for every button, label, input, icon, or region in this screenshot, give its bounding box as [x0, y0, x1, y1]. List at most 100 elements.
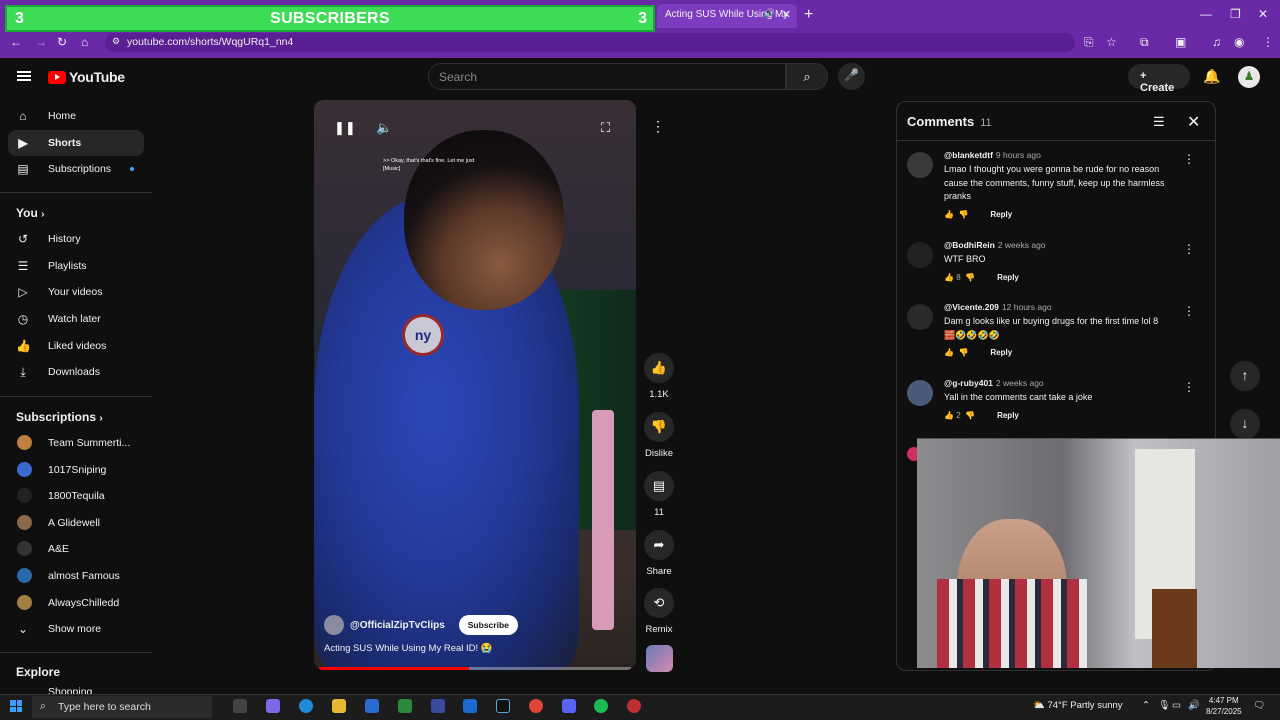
minimize-icon[interactable]: —: [1200, 7, 1212, 21]
close-tab-icon[interactable]: ✕: [782, 8, 791, 21]
reply-button[interactable]: Reply: [990, 348, 1012, 357]
weather-widget[interactable]: ⛅ 74°F Partly sunny: [1033, 700, 1123, 711]
volume-icon[interactable]: 🔈: [376, 120, 392, 136]
guide-menu-icon[interactable]: [17, 71, 31, 81]
commenter-avatar[interactable]: [907, 304, 933, 330]
app-icon[interactable]: [431, 699, 445, 713]
copilot-icon[interactable]: [266, 699, 280, 713]
thumbs-up-icon[interactable]: 👍: [944, 273, 954, 282]
sidebar-item-shorts[interactable]: ▶ Shorts: [8, 130, 144, 156]
restore-icon[interactable]: ❐: [1230, 7, 1241, 21]
fullscreen-icon[interactable]: ⛶: [601, 120, 610, 136]
file-explorer-icon[interactable]: [332, 699, 346, 713]
commenter-avatar[interactable]: [907, 152, 933, 178]
back-icon[interactable]: ←: [10, 35, 22, 49]
close-icon[interactable]: ✕: [1187, 112, 1200, 132]
comment-author[interactable]: @g-ruby401 2 weeks ago: [944, 378, 1044, 388]
sidebar-item-liked-videos[interactable]: 👍 Liked videos: [8, 333, 144, 359]
thumbs-down-icon[interactable]: 👎: [965, 411, 975, 420]
sidebar-item-watch-later[interactable]: ◷ Watch later: [8, 306, 144, 332]
comment-menu-icon[interactable]: ⋮: [1183, 380, 1195, 394]
tray-chevron-icon[interactable]: ⌃: [1142, 700, 1150, 711]
thumbs-down-icon[interactable]: 👎: [965, 273, 975, 282]
video-progress-bar[interactable]: [319, 667, 631, 670]
close-window-icon[interactable]: ✕: [1258, 7, 1268, 21]
mic-tray-icon[interactable]: 🎙: [1158, 700, 1170, 711]
reload-icon[interactable]: ↻: [57, 35, 67, 49]
speaker-icon[interactable]: 🔊: [764, 8, 775, 19]
arrow-up-icon[interactable]: ↑: [1230, 361, 1260, 391]
split-view-icon[interactable]: ▣: [1175, 35, 1186, 49]
notification-center-icon[interactable]: 🗨: [1253, 700, 1265, 711]
subscribe-button[interactable]: Subscribe: [458, 615, 518, 635]
account-avatar[interactable]: ♟: [1238, 66, 1260, 88]
sidebar-channel-item[interactable]: A Glidewell: [8, 510, 144, 536]
edge-icon[interactable]: [299, 699, 313, 713]
task-view-icon[interactable]: [233, 699, 247, 713]
volume-tray-icon[interactable]: 🔊: [1188, 700, 1200, 711]
show-more-button[interactable]: ⌄ Show more: [8, 616, 144, 642]
dislike-button[interactable]: 👎 Dislike: [639, 412, 679, 459]
chrome-icon[interactable]: [529, 699, 543, 713]
store-icon[interactable]: [365, 699, 379, 713]
sidebar-item-shopping[interactable]: Shopping: [8, 682, 144, 694]
thumbs-up-icon[interactable]: 👍: [944, 210, 954, 219]
pause-icon[interactable]: ❚❚: [334, 120, 356, 136]
comment-author[interactable]: @blanketdtf 9 hours ago: [944, 150, 1041, 160]
taskbar-search-input[interactable]: ⌕ Type here to search: [32, 696, 212, 718]
browser-menu-icon[interactable]: ⋮: [1262, 35, 1274, 49]
home-browser-icon[interactable]: ⌂: [81, 35, 88, 49]
commenter-avatar[interactable]: [907, 242, 933, 268]
comment-menu-icon[interactable]: ⋮: [1183, 242, 1195, 256]
sidebar-item-your-videos[interactable]: ▷ Your videos: [8, 279, 144, 305]
microphone-icon[interactable]: 🎤: [838, 63, 865, 90]
commenter-avatar[interactable]: [907, 380, 933, 406]
extensions-icon[interactable]: ⧉: [1140, 35, 1149, 50]
media-icon[interactable]: ♫: [1212, 35, 1221, 49]
bookmark-star-icon[interactable]: ☆: [1106, 35, 1117, 49]
like-button[interactable]: 👍 1.1K: [639, 353, 679, 400]
xbox-icon[interactable]: [398, 699, 412, 713]
taskbar-clock[interactable]: 4:47 PM 8/27/2025: [1206, 695, 1242, 717]
network-icon[interactable]: ▭: [1172, 700, 1181, 711]
search-icon[interactable]: ⌕: [786, 63, 828, 90]
outlook-icon[interactable]: [463, 699, 477, 713]
comment-author[interactable]: @Vicente.209 12 hours ago: [944, 302, 1052, 312]
notifications-bell-icon[interactable]: 🔔: [1203, 68, 1220, 85]
reply-button[interactable]: Reply: [990, 210, 1012, 219]
subscriptions-section-title[interactable]: Subscriptions ›: [16, 410, 103, 424]
sidebar-item-playlists[interactable]: ☰ Playlists: [8, 253, 144, 279]
install-icon[interactable]: ⎘: [1084, 35, 1094, 50]
thumbs-up-icon[interactable]: 👍: [944, 348, 954, 357]
obs-icon[interactable]: [627, 699, 641, 713]
sound-thumbnail[interactable]: [646, 645, 673, 672]
sidebar-channel-item[interactable]: Team Summerti...: [8, 430, 144, 456]
search-input[interactable]: Search: [428, 63, 786, 90]
thumbs-down-icon[interactable]: 👎: [958, 348, 968, 357]
arrow-down-icon[interactable]: ↓: [1230, 409, 1260, 439]
sidebar-channel-item[interactable]: almost Famous: [8, 563, 144, 589]
sidebar-item-home[interactable]: ⌂ Home: [8, 103, 144, 129]
youtube-logo[interactable]: YouTube: [48, 69, 125, 85]
comment-menu-icon[interactable]: ⋮: [1183, 304, 1195, 318]
channel-name[interactable]: @OfficialZipTvClips: [350, 620, 445, 631]
spotify-icon[interactable]: [594, 699, 608, 713]
tiktok-icon[interactable]: [496, 699, 510, 713]
reply-button[interactable]: Reply: [997, 411, 1019, 420]
thumbs-down-icon[interactable]: 👎: [958, 210, 968, 219]
comment-menu-icon[interactable]: ⋮: [1183, 152, 1195, 166]
sidebar-channel-item[interactable]: 1800Tequila: [8, 483, 144, 509]
remix-button[interactable]: ⟲ Remix: [639, 588, 679, 635]
share-button[interactable]: ➦ Share: [639, 530, 679, 577]
new-tab-icon[interactable]: +: [804, 6, 813, 24]
sidebar-item-subscriptions[interactable]: ▤ Subscriptions: [8, 156, 144, 182]
create-button[interactable]: + Create: [1128, 64, 1190, 94]
profile-icon[interactable]: ◉: [1234, 35, 1244, 49]
discord-icon[interactable]: [562, 699, 576, 713]
comment-author[interactable]: @BodhiRein 2 weeks ago: [944, 240, 1046, 250]
you-section-title[interactable]: You ›: [16, 206, 44, 220]
browser-tab[interactable]: Acting SUS While Using My 🔊 ✕: [657, 4, 797, 28]
shorts-video-player[interactable]: ny ❚❚ 🔈 ⛶ >> Okay, that's that's fine. L…: [314, 100, 636, 670]
sidebar-channel-item[interactable]: 1017Sniping: [8, 457, 144, 483]
sidebar-channel-item[interactable]: A&E: [8, 536, 144, 562]
